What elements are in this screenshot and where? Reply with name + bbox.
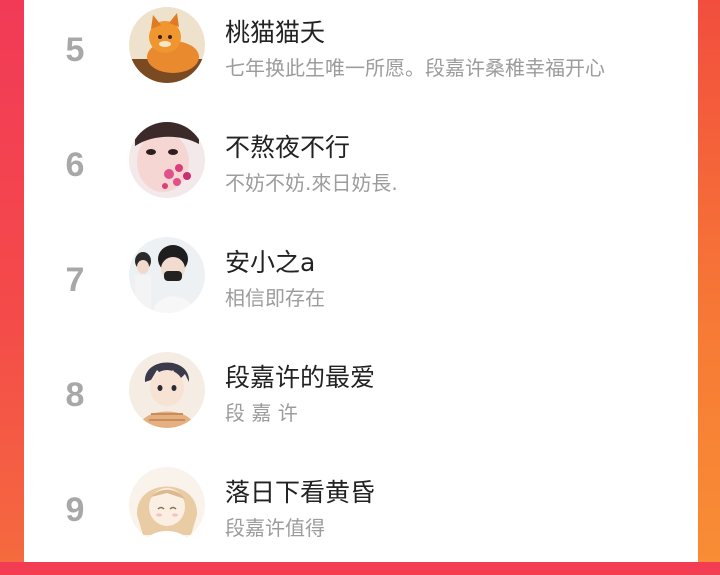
list-item[interactable]: 5 桃猫猫夭 七年换此生唯一所愿。段嘉许桑稚幸福开心	[24, 5, 698, 115]
user-nickname: 桃猫猫夭	[225, 18, 326, 47]
user-signature: 七年换此生唯一所愿。段嘉许桑稚幸福开心	[225, 56, 605, 80]
avatar[interactable]	[129, 352, 205, 428]
left-border	[0, 0, 24, 562]
user-signature: 相信即存在	[225, 286, 325, 310]
user-signature: 段 嘉 许	[225, 401, 298, 425]
list-item[interactable]: 6 不熬夜不行 不妨不妨.來日妨長.	[24, 120, 698, 230]
avatar[interactable]	[129, 237, 205, 313]
user-signature: 段嘉许值得	[225, 516, 325, 540]
rank-number: 5	[65, 31, 85, 69]
avatar[interactable]	[129, 467, 205, 543]
list-item[interactable]: 9 落日下看黄昏 段嘉许值得	[24, 465, 698, 575]
right-border	[698, 0, 720, 562]
rank-number: 6	[65, 146, 85, 184]
list-item[interactable]: 8 段嘉许的最爱 段 嘉 许	[24, 350, 698, 460]
rank-number: 7	[65, 261, 85, 299]
list-item[interactable]: 7 安小之a 相信即存在	[24, 235, 698, 345]
avatar[interactable]	[129, 7, 205, 83]
user-nickname: 落日下看黄昏	[225, 478, 376, 507]
user-signature: 不妨不妨.來日妨長.	[225, 171, 398, 195]
user-nickname: 安小之a	[225, 248, 316, 277]
user-nickname: 段嘉许的最爱	[225, 363, 376, 392]
rank-number: 9	[65, 491, 85, 529]
user-nickname: 不熬夜不行	[225, 133, 351, 162]
ranking-list: 5 桃猫猫夭 七年换此生唯一所愿。段嘉许桑稚幸福开心 6 不熬夜不行 不妨不妨.…	[24, 0, 698, 562]
rank-number: 8	[65, 376, 85, 414]
avatar[interactable]	[129, 122, 205, 198]
